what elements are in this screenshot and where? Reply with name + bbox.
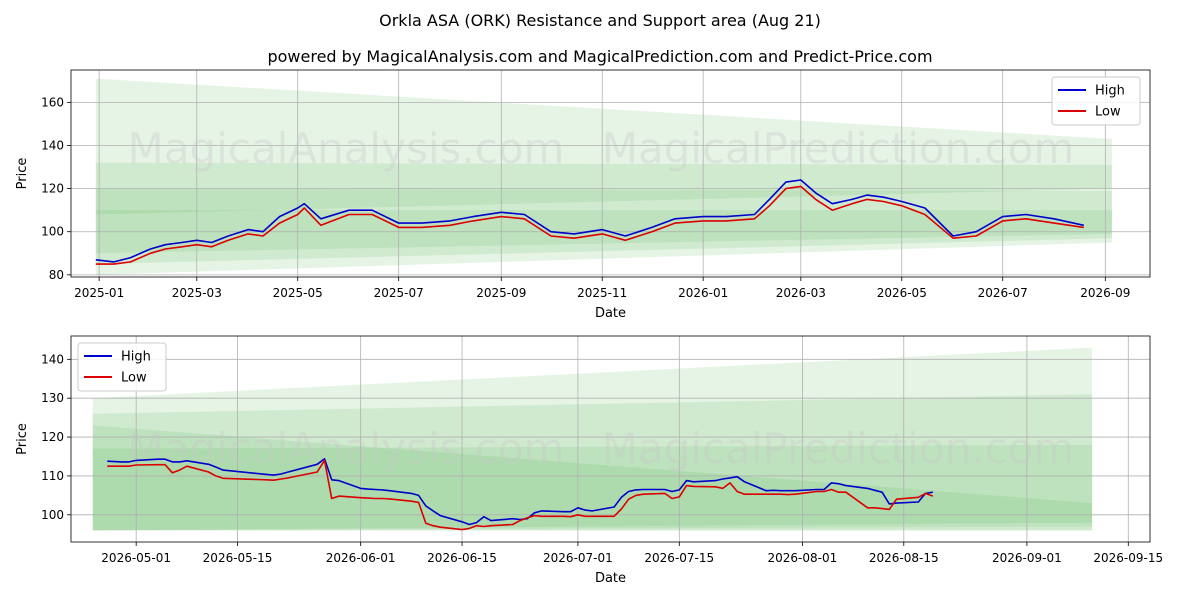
y-axis-label: Price bbox=[15, 423, 30, 455]
legend-label-low: Low bbox=[121, 371, 147, 386]
x-tick-label: 2026-09-15 bbox=[1093, 551, 1163, 565]
x-axis-label: Date bbox=[595, 306, 626, 321]
x-tick-label: 2026-08-01 bbox=[768, 551, 838, 565]
y-tick-label: 130 bbox=[41, 391, 64, 405]
legend-label-high: High bbox=[121, 350, 151, 365]
y-axis-label: Price bbox=[15, 158, 30, 190]
legend: High Low bbox=[77, 342, 167, 392]
x-tick-label: 2026-06-15 bbox=[427, 551, 497, 565]
x-tick-label: 2026-03 bbox=[776, 286, 826, 300]
x-tick-label: 2026-07-01 bbox=[543, 551, 613, 565]
y-tick-label: 140 bbox=[41, 138, 64, 152]
x-tick-label: 2026-05-01 bbox=[101, 551, 171, 565]
chart-title: Orkla ASA (ORK) Resistance and Support a… bbox=[379, 11, 821, 30]
y-tick-label: 160 bbox=[41, 95, 64, 109]
y-tick-label: 120 bbox=[41, 430, 64, 444]
x-tick-label: 2026-01 bbox=[678, 286, 728, 300]
x-tick-label: 2026-09-01 bbox=[992, 551, 1062, 565]
watermark-left: MagicalAnalysis.com bbox=[128, 124, 565, 173]
x-tick-label: 2025-07 bbox=[374, 286, 424, 300]
chart-subtitle: powered by MagicalAnalysis.com and Magic… bbox=[267, 47, 932, 66]
bottom-panel: MagicalAnalysis.com MagicalPrediction.com… bbox=[15, 335, 1163, 586]
x-tick-label: 2025-03 bbox=[172, 286, 222, 300]
x-tick-label: 2025-09 bbox=[476, 286, 526, 300]
y-tick-label: 140 bbox=[41, 352, 64, 366]
y-tick-label: 120 bbox=[41, 182, 64, 196]
x-tick-label: 2026-06-01 bbox=[326, 551, 396, 565]
x-tick-label: 2026-05-15 bbox=[203, 551, 273, 565]
chart-canvas: Orkla ASA (ORK) Resistance and Support a… bbox=[15, 11, 1163, 586]
x-tick-label: 2026-05 bbox=[877, 286, 927, 300]
x-tick-label: 2025-11 bbox=[577, 286, 627, 300]
y-tick-label: 100 bbox=[41, 508, 64, 522]
x-tick-label: 2026-07-15 bbox=[644, 551, 714, 565]
x-tick-label: 2025-05 bbox=[273, 286, 323, 300]
watermark-right: MagicalPrediction.com bbox=[602, 124, 1075, 173]
x-tick-label: 2026-07 bbox=[978, 286, 1028, 300]
y-tick-label: 110 bbox=[41, 469, 64, 483]
legend-label-high: High bbox=[1095, 84, 1125, 99]
x-tick-label: 2026-09 bbox=[1080, 286, 1130, 300]
watermark-right: MagicalPrediction.com bbox=[602, 424, 1075, 473]
y-tick-label: 100 bbox=[41, 225, 64, 239]
legend: High Low bbox=[1051, 76, 1141, 126]
support-resistance-bands bbox=[95, 78, 1112, 275]
x-tick-label: 2026-08-15 bbox=[869, 551, 939, 565]
watermark-left: MagicalAnalysis.com bbox=[128, 424, 565, 473]
legend-label-low: Low bbox=[1095, 105, 1121, 120]
y-tick-label: 80 bbox=[49, 268, 64, 282]
x-tick-label: 2025-01 bbox=[74, 286, 124, 300]
top-panel: MagicalAnalysis.com MagicalPrediction.com… bbox=[15, 69, 1151, 321]
x-axis-label: Date bbox=[595, 571, 626, 586]
band-4 bbox=[95, 210, 1112, 275]
